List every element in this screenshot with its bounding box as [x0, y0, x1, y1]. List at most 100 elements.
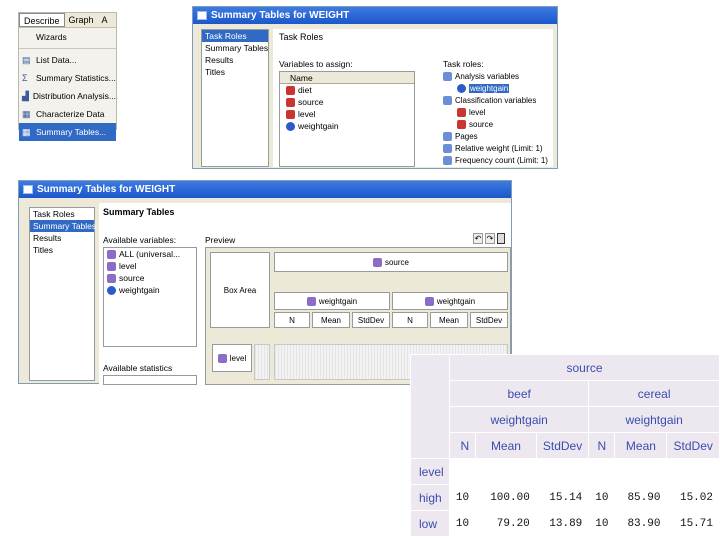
available-variable-source[interactable]: source — [104, 272, 196, 284]
universal-class-icon — [107, 250, 116, 260]
section-heading: Summary Tables — [103, 207, 175, 217]
task-roles-tree: Analysis variables weightgain Classifica… — [443, 71, 549, 167]
stat-stddev[interactable]: StdDev — [470, 312, 508, 328]
available-variable-all[interactable]: ALL (universal... — [104, 248, 196, 260]
available-statistics-list[interactable] — [103, 375, 197, 385]
role-frequency-count[interactable]: Frequency count (Limit: 1) — [443, 155, 549, 167]
analysis-var-header: weightgain — [450, 407, 589, 432]
available-variable-level[interactable]: level — [104, 260, 196, 272]
variable-diet[interactable]: diet — [280, 84, 414, 96]
column-analysis-weightgain-1[interactable]: weightgain — [274, 292, 390, 310]
menu-item-summary-statistics[interactable]: Σ Summary Statistics... — [19, 69, 116, 87]
stat-n[interactable]: N — [274, 312, 310, 328]
characterize-icon: ▦ — [22, 108, 31, 119]
nav-pane: Task Roles Summary Tables Results Titles — [29, 207, 96, 381]
dialog-title: Summary Tables for WEIGHT — [37, 184, 176, 195]
character-variable-icon — [457, 108, 466, 118]
role-classification-variables[interactable]: Classification variables — [443, 95, 549, 107]
dialog-titlebar: Summary Tables for WEIGHT — [193, 7, 557, 24]
table-cell: 15.71 — [667, 511, 719, 536]
stat-mean[interactable]: Mean — [430, 312, 468, 328]
table-cell: 13.89 — [536, 511, 589, 536]
available-statistics-label: Available statistics — [103, 363, 173, 373]
section-heading: Task Roles — [279, 32, 324, 42]
dialog-titlebar: Summary Tables for WEIGHT — [19, 181, 511, 198]
character-variable-icon — [286, 98, 295, 108]
stat-stddev[interactable]: StdDev — [352, 312, 390, 328]
menu-item-summary-tables[interactable]: ▦ Summary Tables... — [19, 123, 116, 141]
list-column-header[interactable]: Name — [280, 72, 414, 84]
summary-tables-dialog-task-roles: Summary Tables for WEIGHT Task Roles Sum… — [192, 6, 558, 169]
column-analysis-weightgain-2[interactable]: weightgain — [392, 292, 508, 310]
nav-item-task-roles[interactable]: Task Roles — [30, 208, 94, 220]
stat-header-n: N — [450, 433, 476, 458]
row-drop-area[interactable] — [254, 344, 270, 380]
role-weightgain[interactable]: weightgain — [443, 83, 549, 95]
box-area[interactable]: Box Area — [210, 252, 270, 328]
menu-separator — [19, 48, 116, 49]
empty-row — [450, 459, 719, 484]
character-variable-icon — [286, 110, 295, 120]
menu-item-characterize-data[interactable]: ▦ Characterize Data — [19, 105, 116, 123]
character-variable-icon — [457, 120, 466, 130]
row-class-header: level — [411, 459, 449, 484]
table-cell: 15.14 — [536, 485, 589, 510]
variable-source[interactable]: source — [280, 96, 414, 108]
menu-item-distribution-analysis[interactable]: ▟ Distribution Analysis... — [19, 87, 116, 105]
menu-item-wizards[interactable]: Wizards — [19, 28, 116, 46]
table-cell: 10 — [589, 485, 615, 510]
stat-header-stddev: StdDev — [536, 433, 589, 458]
layout-icon[interactable] — [497, 233, 505, 244]
nav-item-task-roles[interactable]: Task Roles — [202, 30, 268, 42]
role-relative-weight[interactable]: Relative weight (Limit: 1) — [443, 143, 549, 155]
numeric-variable-icon — [286, 122, 295, 132]
menubar-analyze[interactable]: A — [98, 13, 112, 27]
column-class-source[interactable]: source — [274, 252, 508, 272]
role-source[interactable]: source — [443, 119, 549, 131]
nav-item-titles[interactable]: Titles — [202, 66, 268, 78]
variable-weightgain[interactable]: weightgain — [280, 120, 414, 132]
sigma-icon: Σ — [22, 73, 28, 83]
available-variable-weightgain[interactable]: weightgain — [104, 284, 196, 296]
box-area-cell — [411, 355, 449, 458]
table-cell: 10 — [450, 485, 476, 510]
stat-header-n: N — [589, 433, 615, 458]
table-cell: 10 — [450, 511, 476, 536]
table-cell: 85.90 — [615, 485, 667, 510]
row-label-high: high — [411, 485, 449, 510]
column-class-header: source — [450, 355, 719, 380]
app-icon — [197, 11, 207, 20]
nav-item-results[interactable]: Results — [30, 232, 94, 244]
undo-icon[interactable]: ↶ — [473, 233, 483, 244]
group-header-cereal: cereal — [589, 381, 719, 406]
role-icon — [443, 144, 452, 154]
character-variable-icon — [286, 86, 295, 96]
role-icon — [443, 156, 452, 166]
numeric-variable-icon — [457, 84, 466, 94]
nav-item-summary-tables[interactable]: Summary Tables — [30, 220, 96, 232]
available-variables-list[interactable]: ALL (universal... level source weightgai… — [103, 247, 197, 347]
nav-item-summary-tables[interactable]: Summary Tables — [202, 42, 268, 54]
role-level[interactable]: level — [443, 107, 549, 119]
table-cell: 100.00 — [476, 485, 536, 510]
row-class-level[interactable]: level — [212, 344, 252, 372]
nav-item-titles[interactable]: Titles — [30, 244, 94, 256]
menubar-describe[interactable]: Describe — [19, 13, 65, 27]
variables-list[interactable]: Name diet source level weightgain — [279, 71, 415, 167]
redo-icon[interactable]: ↷ — [485, 233, 495, 244]
variable-level[interactable]: level — [280, 108, 414, 120]
role-analysis-variables[interactable]: Analysis variables — [443, 71, 549, 83]
available-variables-label: Available variables: — [103, 235, 177, 245]
role-pages[interactable]: Pages — [443, 131, 549, 143]
stat-n[interactable]: N — [392, 312, 428, 328]
task-roles-label: Task roles: — [443, 59, 484, 69]
stat-mean[interactable]: Mean — [312, 312, 350, 328]
class-variable-icon — [107, 274, 116, 284]
summary-table-output: source beef cereal weightgain weightgain… — [410, 354, 720, 540]
menubar-graph[interactable]: Graph — [65, 13, 98, 27]
table-cell: 79.20 — [476, 511, 536, 536]
table-icon: ▦ — [22, 126, 31, 137]
menu-item-list-data[interactable]: ▤ List Data... — [19, 51, 116, 69]
nav-item-results[interactable]: Results — [202, 54, 268, 66]
describe-menu: Describe Graph A Wizards ▤ List Data... Σ… — [18, 12, 117, 141]
